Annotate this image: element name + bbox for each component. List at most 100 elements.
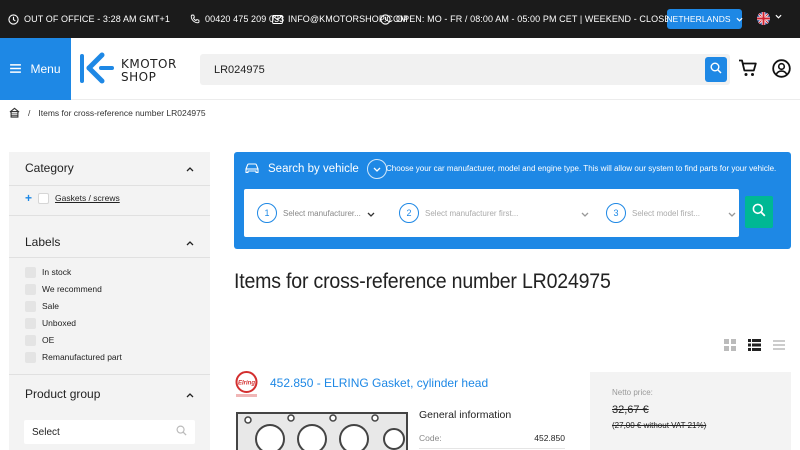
label-filter-text: OE: [42, 335, 55, 345]
logo-text: KMOTOR SHOP: [121, 58, 177, 84]
search-button[interactable]: [705, 57, 727, 82]
menu-label: Menu: [30, 62, 61, 76]
divider: [419, 448, 565, 449]
search-icon: [752, 203, 766, 222]
product-group-header[interactable]: Product group: [9, 379, 210, 409]
clock-icon: [8, 13, 19, 25]
clock-icon: [380, 13, 391, 25]
divider: [9, 185, 210, 186]
user-icon[interactable]: [772, 59, 791, 83]
engine-select-text: Select model first...: [632, 208, 701, 218]
page-title: Items for cross-reference number LR02497…: [234, 270, 611, 293]
engine-select[interactable]: 3 Select model first...: [606, 201, 736, 225]
checkbox[interactable]: [25, 317, 36, 329]
product-title-link[interactable]: 452.850 - ELRING Gasket, cylinder head: [270, 376, 488, 390]
label-filter-sale[interactable]: Sale: [25, 300, 59, 312]
code-label: Code:: [419, 433, 442, 443]
plus-icon[interactable]: +: [25, 192, 32, 204]
compact-view-icon[interactable]: [773, 338, 785, 356]
code-value: 452.850: [534, 433, 565, 443]
category-item-gaskets[interactable]: + Gaskets / screws: [25, 192, 120, 204]
breadcrumb-separator: /: [28, 108, 31, 118]
sidebar-filters: Category + Gaskets / screws Labels In st…: [9, 152, 210, 450]
header: Menu KMOTOR SHOP: [0, 38, 800, 100]
phone-link[interactable]: 00420 475 209 033: [190, 0, 284, 38]
checkbox[interactable]: [38, 192, 50, 204]
vehicle-selector: 1 Select manufacturer... 2 Select manufa…: [244, 189, 739, 237]
category-title: Category: [25, 161, 74, 175]
manufacturer-select-text: Select manufacturer...: [283, 208, 361, 218]
category-header[interactable]: Category: [9, 153, 210, 183]
category-item-label: Gaskets / screws: [55, 193, 120, 203]
uk-flag-icon[interactable]: [757, 12, 770, 25]
opening-hours: OPEN: MO - FR / 08:00 AM - 05:00 PM CET …: [380, 0, 677, 38]
chevron-down-icon: [581, 204, 589, 222]
hamburger-icon: [10, 62, 22, 76]
elring-logo: Elring: [234, 371, 259, 398]
label-filter-text: Sale: [42, 301, 60, 311]
divider: [9, 374, 210, 375]
label-filter-text: Unboxed: [42, 318, 77, 328]
label-filter-oe[interactable]: OE: [25, 334, 54, 346]
chevron-down-icon: [367, 204, 375, 222]
model-select-text: Select manufacturer first...: [425, 208, 519, 218]
top-bar: OUT OF OFFICE - 3:28 AM GMT+1 00420 475 …: [0, 0, 800, 38]
product-code-row: Code: 452.850: [419, 433, 565, 443]
search-bar: [200, 54, 730, 85]
labels-header[interactable]: Labels: [9, 227, 210, 257]
product-group-select[interactable]: Select: [24, 420, 195, 444]
vehicle-search-panel: Search by vehicle Choose your car manufa…: [234, 152, 791, 249]
label-filter-text: Remanufactured part: [42, 352, 122, 362]
chevron-down-icon: [728, 204, 736, 222]
phone-icon: [190, 14, 200, 24]
vehicle-search-button[interactable]: [745, 196, 773, 228]
vehicle-search-toggle[interactable]: [366, 159, 387, 179]
divider: [9, 257, 210, 258]
breadcrumb-current: Items for cross-reference number LR02497…: [38, 108, 206, 118]
price-box: Netto price: 32,67 € (27,00 € without VA…: [590, 372, 791, 450]
list-view-icon[interactable]: [748, 338, 761, 356]
car-icon: [244, 162, 260, 177]
checkbox[interactable]: [25, 351, 36, 363]
country-selector[interactable]: NETHERLANDS: [666, 9, 743, 29]
checkbox[interactable]: [25, 334, 36, 346]
logo[interactable]: KMOTOR SHOP: [80, 52, 177, 90]
checkbox[interactable]: [25, 266, 36, 278]
chevron-down-icon: [373, 167, 381, 172]
step-number: 3: [606, 203, 626, 223]
label-filter-we-recommend[interactable]: We recommend: [25, 283, 102, 295]
price-without-vat: (27,00 € without VAT 21%): [612, 421, 707, 430]
label-filter-in-stock[interactable]: In stock: [25, 266, 71, 278]
chevron-down-icon[interactable]: [775, 14, 782, 19]
vehicle-search-header: Search by vehicle: [244, 158, 387, 180]
label-filter-text: In stock: [42, 267, 72, 277]
manufacturer-select[interactable]: 1 Select manufacturer...: [257, 201, 375, 225]
chevron-down-icon: [736, 17, 743, 22]
product-group-title: Product group: [25, 387, 101, 401]
product-group-select-value: Select: [32, 426, 60, 438]
vehicle-search-title: Search by vehicle: [268, 163, 359, 175]
checkbox[interactable]: [25, 283, 36, 295]
search-input[interactable]: [200, 54, 700, 85]
svg-text:Elring: Elring: [238, 381, 255, 387]
grid-view-icon[interactable]: [724, 338, 736, 356]
chevron-up-icon: [186, 235, 194, 249]
label-filter-unboxed[interactable]: Unboxed: [25, 317, 76, 329]
checkbox[interactable]: [25, 300, 36, 312]
opening-hours-text: OPEN: MO - FR / 08:00 AM - 05:00 PM CET …: [396, 14, 678, 24]
label-filter-text: We recommend: [42, 284, 102, 294]
label-filter-remanufactured[interactable]: Remanufactured part: [25, 351, 122, 363]
office-status-text: OUT OF OFFICE - 3:28 AM GMT+1: [24, 14, 171, 24]
chevron-up-icon: [186, 161, 194, 175]
logo-line-2: SHOP: [121, 70, 157, 84]
search-icon: [176, 425, 187, 439]
menu-button[interactable]: Menu: [0, 38, 71, 100]
chevron-up-icon: [186, 387, 194, 401]
product-image[interactable]: [234, 405, 410, 450]
cart-icon[interactable]: [738, 59, 758, 82]
model-select[interactable]: 2 Select manufacturer first...: [399, 201, 589, 225]
office-status: OUT OF OFFICE - 3:28 AM GMT+1: [8, 0, 170, 38]
home-icon[interactable]: [9, 107, 20, 120]
vehicle-search-description: Choose your car manufacturer, model and …: [386, 164, 777, 173]
step-number: 2: [399, 203, 419, 223]
